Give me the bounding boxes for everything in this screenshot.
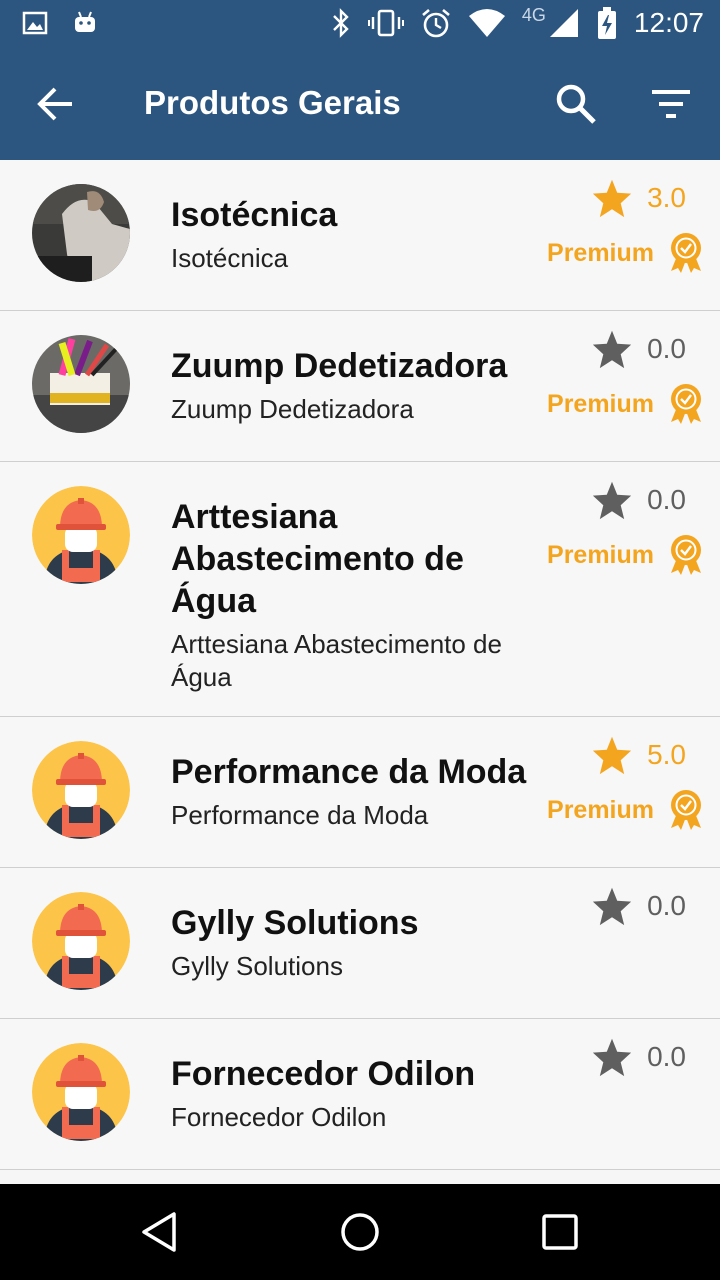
rating-value: 0.0 [647,484,686,515]
clock: 12:07 [633,7,704,38]
star-icon [592,736,632,775]
item-name: Isotécnica [171,196,338,234]
item-subtitle: Isotécnica [171,243,289,273]
app-bar: Produtos Gerais [0,50,720,160]
list-item[interactable]: Gylly Solutions Gylly Solutions 0.0 [0,868,720,1019]
rating-value: 5.0 [647,739,686,770]
image-notification-icon [22,11,48,35]
star-icon [592,1038,632,1077]
item-subtitle: Gylly Solutions [171,951,343,981]
vibrate-icon [367,9,404,37]
android-notification-icon [75,11,95,32]
rating-value: 0.0 [647,1041,686,1072]
rating: 0.0 [591,886,686,926]
avatar [32,184,130,282]
nav-back-icon[interactable] [138,1210,182,1254]
nav-recents-icon[interactable] [538,1210,582,1254]
rating: 0.0 [591,329,686,369]
award-ribbon-icon [671,790,701,830]
award-ribbon-icon [671,535,701,575]
list-item[interactable]: Isotécnica Isotécnica 3.0 Premium [0,160,720,311]
premium-badge: Premium [547,232,704,274]
star-icon [592,330,632,369]
list-item[interactable]: Arttesiana Abastecimento de Água Arttesi… [0,462,720,717]
rating-value: 0.0 [647,890,686,921]
premium-label: Premium [547,795,654,824]
star-icon [592,179,632,218]
rating: 5.0 [591,735,686,775]
list-item[interactable]: Zuump Dedetizadora Zuump Dedetizadora 0.… [0,311,720,462]
premium-label: Premium [547,389,654,418]
item-subtitle: Fornecedor Odilon [171,1102,387,1132]
worker-avatar-icon [32,486,130,584]
back-arrow-icon[interactable] [36,84,76,124]
rating: 0.0 [591,1037,686,1077]
rating-value: 3.0 [647,182,686,213]
item-name: Fornecedor Odilon [171,1055,476,1093]
bluetooth-icon [333,8,349,38]
page-title: Produtos Gerais [144,84,401,121]
system-navigation-bar [0,1184,720,1280]
worker-avatar-icon [32,741,130,839]
cell-signal-icon [549,9,578,37]
premium-badge: Premium [547,383,704,425]
status-bar: 4G 12:07 [0,0,720,50]
rating-value: 0.0 [647,333,686,364]
worker-avatar-icon [32,892,130,990]
premium-label: Premium [547,238,654,267]
star-icon [592,481,632,520]
item-name: Arttesiana Abastecimento de Água [171,498,464,620]
award-ribbon-icon [671,384,701,424]
item-name: Zuump Dedetizadora [171,347,508,385]
supplier-list: Isotécnica Isotécnica 3.0 Premium Zuump … [0,160,720,1184]
rating: 0.0 [591,480,686,520]
nav-home-icon[interactable] [338,1210,382,1254]
battery-charging-icon [597,7,616,39]
avatar [32,335,130,433]
premium-badge: Premium [547,789,704,831]
wifi-icon [468,9,505,37]
list-item[interactable]: Fornecedor Odilon Fornecedor Odilon 0.0 [0,1019,720,1170]
alarm-icon [422,9,450,38]
premium-badge: Premium [547,534,704,576]
star-icon [592,887,632,926]
list-item[interactable]: Performance da Moda Performance da Moda … [0,717,720,868]
item-subtitle: Zuump Dedetizadora [171,394,414,424]
worker-avatar-icon [32,1043,130,1141]
search-icon[interactable] [554,82,598,126]
rating: 3.0 [591,178,686,218]
item-subtitle: Arttesiana Abastecimento de Água [171,629,502,692]
filter-icon[interactable] [650,84,694,124]
item-name: Performance da Moda [171,753,527,791]
item-name: Gylly Solutions [171,904,419,942]
award-ribbon-icon [671,233,701,273]
item-subtitle: Performance da Moda [171,800,429,830]
premium-label: Premium [547,540,654,569]
network-type-label: 4G [521,4,546,25]
